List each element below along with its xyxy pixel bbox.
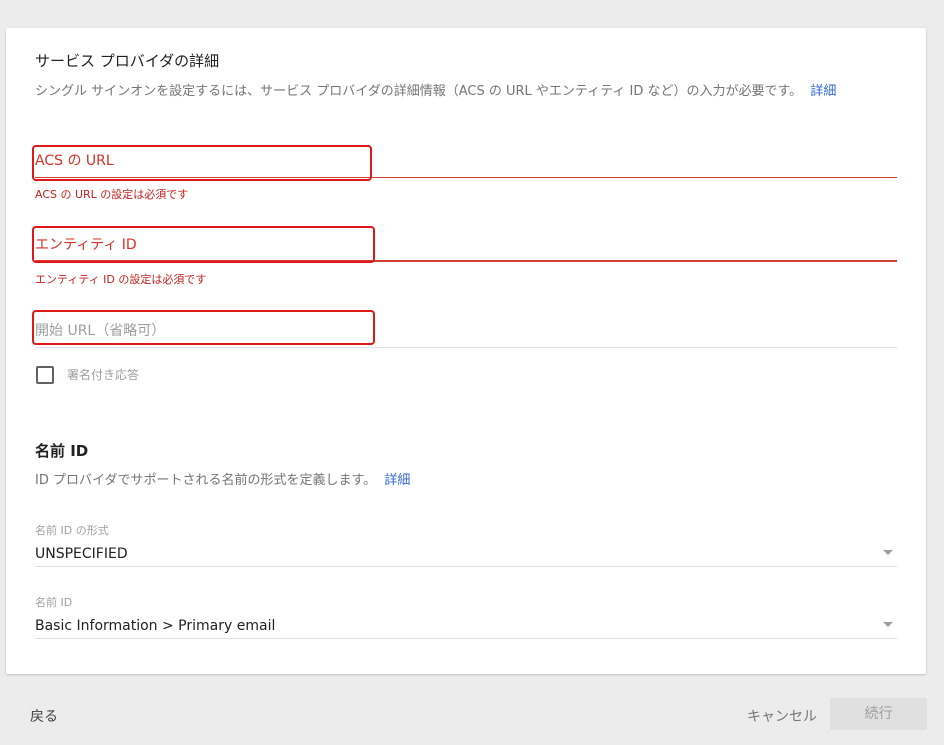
name-id-details-link[interactable]: 詳細: [384, 473, 410, 488]
start-url-underline: [35, 347, 897, 348]
name-id-label: 名前 ID: [35, 596, 73, 609]
name-id-format-value: UNSPECIFIED: [35, 546, 128, 562]
acs-url-field: [35, 146, 897, 178]
acs-url-error: ACS の URL の設定は必須です: [35, 188, 189, 201]
continue-button[interactable]: 続行: [830, 698, 927, 730]
section-description: シングル サインオンを設定するには、サービス プロバイダの詳細情報（ACS の …: [35, 80, 836, 99]
name-id-format-select[interactable]: UNSPECIFIED: [35, 544, 897, 567]
entity-id-field: [35, 230, 897, 262]
name-id-title: 名前 ID: [35, 442, 89, 460]
name-id-description-text: ID プロバイダでサポートされる名前の形式を定義します。: [35, 473, 377, 488]
start-url-input[interactable]: [35, 316, 897, 346]
cancel-button[interactable]: キャンセル: [747, 706, 817, 726]
details-link[interactable]: 詳細: [810, 84, 836, 99]
section-title: サービス プロバイダの詳細: [35, 52, 220, 70]
signed-response-checkbox[interactable]: [36, 366, 54, 384]
name-id-select[interactable]: Basic Information > Primary email: [35, 616, 897, 639]
name-id-value: Basic Information > Primary email: [35, 618, 276, 634]
acs-url-input[interactable]: [35, 146, 897, 176]
section-description-text: シングル サインオンを設定するには、サービス プロバイダの詳細情報（ACS の …: [35, 84, 803, 99]
name-id-description: ID プロバイダでサポートされる名前の形式を定義します。 詳細: [35, 469, 410, 488]
service-provider-card: サービス プロバイダの詳細 シングル サインオンを設定するには、サービス プロバ…: [6, 28, 926, 674]
dropdown-arrow-icon: [883, 622, 893, 627]
acs-url-underline: [35, 177, 897, 178]
entity-id-error: エンティティ ID の設定は必須です: [35, 273, 207, 286]
dropdown-arrow-icon: [883, 550, 893, 555]
entity-id-underline: [35, 260, 897, 262]
signed-response-label: 署名付き応答: [67, 368, 140, 382]
entity-id-input[interactable]: [35, 230, 897, 260]
name-id-format-label: 名前 ID の形式: [35, 524, 109, 537]
back-button[interactable]: 戻る: [30, 706, 58, 726]
start-url-field: [35, 316, 897, 348]
